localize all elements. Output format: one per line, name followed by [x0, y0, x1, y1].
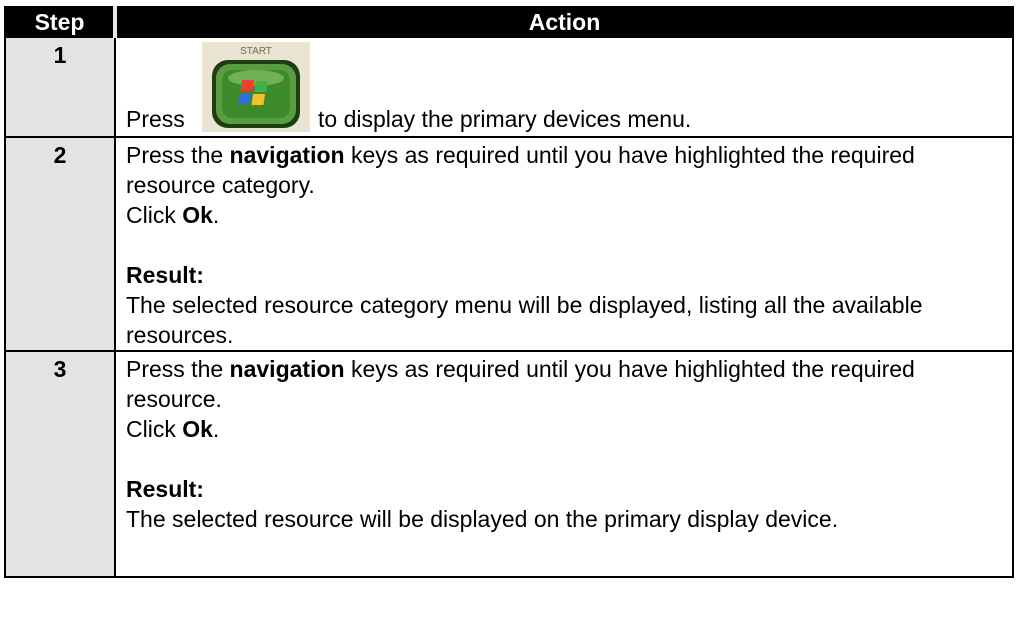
- press-text: Press: [126, 106, 185, 132]
- step-number: 1: [4, 36, 116, 138]
- instruction-text: Click: [126, 416, 183, 442]
- start-instruction-text: to display the primary devices menu.: [318, 106, 692, 132]
- table-row: 2 Press the navigation keys as required …: [4, 136, 1014, 352]
- action-cell: Press the navigation keys as required un…: [114, 136, 1014, 352]
- navigation-instruction: Press the navigation keys as required un…: [126, 140, 1004, 200]
- result-text: The selected resource category menu will…: [126, 292, 923, 348]
- start-button-icon: START: [202, 42, 310, 132]
- table-row: 3 Press the navigation keys as required …: [4, 350, 1014, 578]
- step-number: 2: [4, 136, 116, 352]
- step-number: 3: [4, 350, 116, 578]
- ok-keyword: Ok: [182, 202, 213, 228]
- click-instruction: Click Ok.: [126, 414, 1004, 444]
- procedure-table: Step Action 1 Press START to display the…: [4, 6, 1014, 578]
- instruction-text: .: [212, 202, 220, 228]
- table-header-row: Step Action: [4, 6, 1014, 38]
- ok-keyword: Ok: [182, 416, 213, 442]
- instruction-text: Press the: [126, 142, 230, 168]
- result-label: Result:: [126, 262, 204, 288]
- result-label: Result:: [126, 476, 204, 502]
- table-row: 1 Press START to display the primary dev…: [4, 36, 1014, 138]
- result-text: The selected resource will be displayed …: [126, 506, 839, 532]
- action-column-header: Action: [114, 6, 1014, 38]
- action-cell: Press START to display the primary devic…: [114, 36, 1014, 138]
- start-button-label: START: [240, 46, 272, 57]
- instruction-text: Press the: [126, 356, 230, 382]
- navigation-instruction: Press the navigation keys as required un…: [126, 354, 1004, 414]
- instruction-text: Click: [126, 202, 183, 228]
- step-column-header: Step: [4, 6, 117, 38]
- click-instruction: Click Ok.: [126, 200, 1004, 230]
- navigation-keyword: navigation: [229, 356, 345, 382]
- navigation-keyword: navigation: [229, 142, 345, 168]
- action-cell: Press the navigation keys as required un…: [114, 350, 1014, 578]
- instruction-text: .: [212, 416, 220, 442]
